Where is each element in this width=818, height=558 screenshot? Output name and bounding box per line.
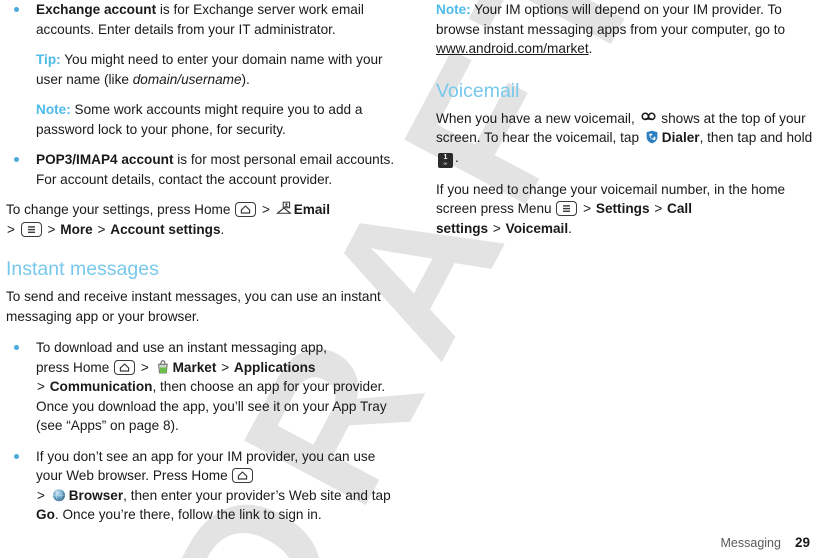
- chevron-separator-1: >: [583, 201, 592, 216]
- voicemail-menu-label: Voicemail: [505, 220, 569, 236]
- footer-page-number: 29: [794, 535, 810, 550]
- tip-label: Tip:: [36, 52, 61, 67]
- keypad-one-key-icon: 1 ∞: [438, 152, 453, 168]
- settings-period: .: [220, 221, 225, 237]
- voicemail-intro-paragraph: When you have a new voicemail, shows at …: [436, 109, 814, 168]
- left-column: Exchange account is for Exchange server …: [6, 0, 398, 536]
- account-settings-label: Account settings: [110, 221, 221, 237]
- chevron-separator-4: >: [97, 221, 106, 237]
- home-key-icon: [232, 468, 254, 483]
- download-line-1: To download and use an instant messaging…: [36, 340, 327, 355]
- manual-page: Exchange account is for Exchange server …: [0, 0, 818, 558]
- menu-key-icon: [556, 201, 578, 216]
- download-press-home: press Home: [36, 359, 110, 375]
- section-heading-instant-messages: Instant messages: [6, 258, 159, 280]
- menu-key-icon: [20, 221, 42, 237]
- voicemail-text-d: .: [455, 149, 459, 165]
- chevron-separator-1: >: [140, 359, 149, 375]
- tip-italic-domain-username: domain/username: [132, 71, 242, 87]
- change-settings-paragraph: To change your settings, press Home > Em…: [6, 200, 398, 239]
- email-app-label: Email: [293, 202, 330, 217]
- browser-rest-text: . Once you’re there, follow the link to …: [54, 507, 322, 522]
- chevron-separator-3: >: [492, 220, 501, 236]
- list-item-pop3-imap4-account: POP3/IMAP4 account is for most personal …: [6, 150, 398, 189]
- settings-menu-label: Settings: [595, 201, 650, 216]
- chevron-separator-2: >: [221, 359, 230, 375]
- tip-text-part2: ).: [241, 71, 250, 87]
- browser-app-label: Browser: [68, 487, 124, 503]
- dialer-app-label: Dialer: [661, 130, 700, 145]
- browser-line-1: If you don’t see an app for your IM prov…: [36, 448, 376, 484]
- exchange-account-paragraph: Exchange account is for Exchange server …: [36, 0, 398, 39]
- note-label: Note:: [436, 2, 471, 17]
- bullet-dot-icon: [14, 453, 19, 459]
- voicemail-text-a: When you have a new voicemail,: [436, 110, 635, 126]
- voicemail-text-c: , then tap and hold: [699, 130, 813, 145]
- download-im-app-paragraph: To download and use an instant messaging…: [36, 338, 398, 436]
- page-footer: Messaging 29: [721, 535, 810, 550]
- go-button-label: Go: [36, 507, 55, 522]
- market-app-label: Market: [172, 359, 217, 375]
- chevron-separator-1: >: [261, 202, 270, 217]
- pop3-account-paragraph: POP3/IMAP4 account is for most personal …: [36, 150, 398, 189]
- home-key-icon: [235, 202, 257, 217]
- communication-label: Communication: [49, 379, 153, 394]
- bullet-dot-icon: [14, 157, 19, 162]
- exchange-note-paragraph: Note: Some work accounts might require y…: [36, 100, 398, 139]
- chevron-separator-3: >: [37, 379, 45, 394]
- chevron-separator-3: >: [47, 221, 56, 237]
- browser-mid-text: , then enter your provider’s Web site an…: [123, 487, 391, 503]
- market-bag-icon: [155, 359, 171, 375]
- voicemail-change-number-paragraph: If you need to change your voicemail num…: [436, 180, 814, 239]
- footer-section-name: Messaging: [720, 536, 781, 550]
- bullet-dot-icon: [14, 345, 19, 350]
- more-menu-label: More: [60, 221, 93, 237]
- im-provider-note-paragraph: Note: Your IM options will depend on you…: [436, 0, 814, 59]
- bullet-dot-icon: [14, 7, 19, 12]
- chevron-separator-2: >: [7, 221, 15, 237]
- voicemail-tape-icon: [640, 111, 656, 124]
- section-heading-voicemail: Voicemail: [436, 79, 520, 102]
- call-settings-label-part2: settings: [436, 220, 489, 236]
- android-market-link[interactable]: www.android.com/market: [436, 41, 589, 56]
- browser-globe-icon: [51, 487, 67, 503]
- list-item-exchange-account: Exchange account is for Exchange server …: [6, 0, 398, 139]
- note-label: Note:: [36, 102, 71, 117]
- use-web-browser-paragraph: If you don’t see an app for your IM prov…: [36, 447, 398, 525]
- chevron-separator-1: >: [37, 487, 45, 503]
- applications-label: Applications: [233, 359, 316, 375]
- note-text-part2: .: [588, 41, 593, 56]
- call-settings-label-part1: Call: [667, 201, 692, 216]
- email-envelope-icon: [275, 201, 292, 217]
- voicemail-period: .: [568, 220, 572, 236]
- right-column: Note: Your IM options will depend on you…: [436, 0, 814, 250]
- exchange-tip-paragraph: Tip: You might need to enter your domain…: [36, 50, 398, 89]
- list-item-download-im-app: To download and use an instant messaging…: [6, 338, 398, 436]
- home-key-icon: [114, 359, 136, 375]
- exchange-account-term: Exchange account: [36, 2, 157, 17]
- list-item-use-web-browser: If you don’t see an app for your IM prov…: [6, 447, 398, 525]
- pop3-account-term: POP3/IMAP4 account: [36, 152, 174, 167]
- chevron-separator-2: >: [654, 201, 663, 216]
- instant-messages-intro: To send and receive instant messages, yo…: [6, 289, 381, 324]
- note-text: Some work accounts might require you to …: [36, 102, 363, 137]
- dialer-phone-icon: [644, 129, 660, 145]
- note-text-part1: Your IM options will depend on your IM p…: [436, 2, 786, 37]
- change-settings-lead: To change your settings, press Home: [6, 202, 231, 217]
